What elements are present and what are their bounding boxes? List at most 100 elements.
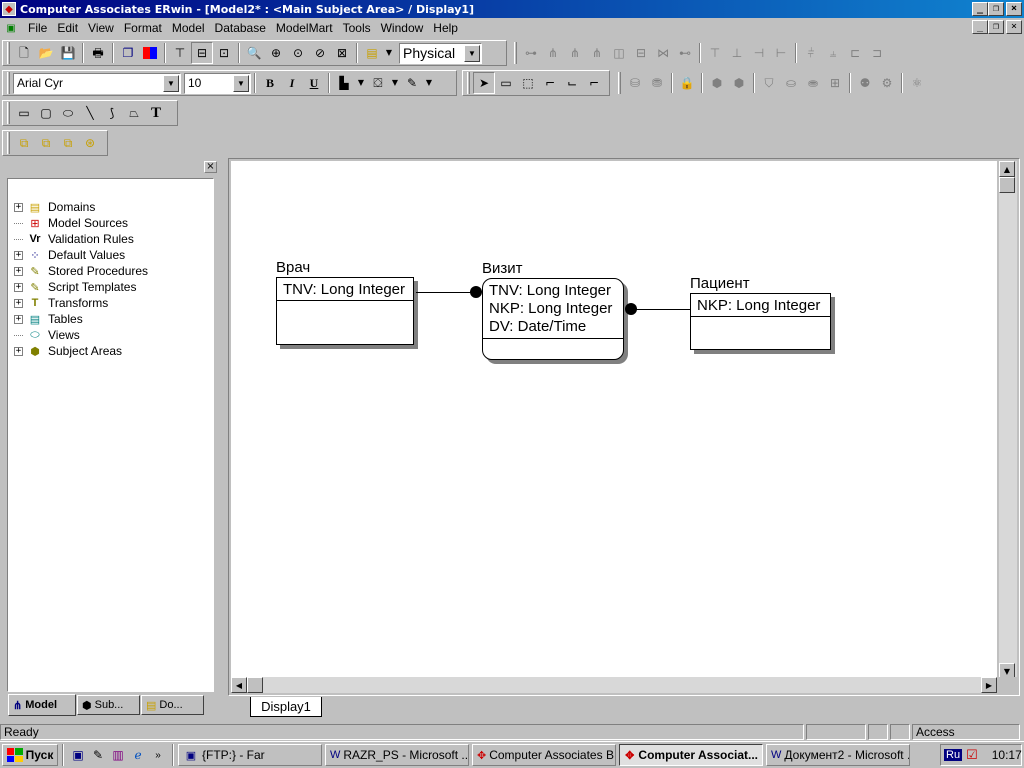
task-word-razr[interactable]: W RAZR_PS - Microsoft ... <box>325 744 469 766</box>
doc-restore-button[interactable]: ❐ <box>988 20 1004 34</box>
menu-database[interactable]: Database <box>210 19 271 37</box>
size-h-icon[interactable]: ⊏ <box>844 42 866 64</box>
doc-minimize-button[interactable]: _ <box>972 20 988 34</box>
menu-help[interactable]: Help <box>428 19 463 37</box>
menu-view[interactable]: View <box>83 19 119 37</box>
font-name-select[interactable]: Arial Cyr ▼ <box>13 72 181 94</box>
task-word-doc2[interactable]: W Документ2 - Microsoft ... <box>766 744 910 766</box>
network-icon[interactable]: ⋈ <box>652 42 674 64</box>
clock[interactable]: 10:17 <box>992 748 1022 762</box>
align-top-icon[interactable]: ⊤ <box>704 42 726 64</box>
line-color-dropdown-icon[interactable]: ▼ <box>423 72 435 94</box>
start-button[interactable]: Пуск <box>2 744 58 766</box>
notation-select[interactable]: Physical ▼ <box>399 42 482 64</box>
menu-file[interactable]: File <box>23 19 52 37</box>
tree-item-transforms[interactable]: + T Transforms <box>14 295 108 311</box>
tab-display1[interactable]: Display1 <box>250 697 322 717</box>
minimize-button[interactable]: _ <box>972 2 988 16</box>
menu-window[interactable]: Window <box>376 19 429 37</box>
zoom-fit-icon[interactable]: ⊘ <box>309 42 331 64</box>
panel-close-icon[interactable]: × <box>204 161 217 173</box>
mm-save-icon[interactable]: ⛀ <box>780 72 802 94</box>
scroll-thumb[interactable] <box>999 177 1015 193</box>
diagram-canvas[interactable]: Врач TNV: Long Integer Визит TNV: Long I… <box>231 161 997 679</box>
save-icon[interactable]: 💾 <box>57 42 79 64</box>
mm-table-icon[interactable]: ⊞ <box>824 72 846 94</box>
fill-color-icon[interactable]: ⛋ <box>367 72 389 94</box>
entity-display-icon[interactable]: ⊟ <box>191 42 213 64</box>
line-icon[interactable]: ╲ <box>79 102 101 124</box>
show-desktop-icon[interactable]: ▣ <box>68 745 88 765</box>
model-tree[interactable]: + ▤ Domains ⊞ Model Sources Vr Validatio… <box>7 178 214 692</box>
tree-item-subject-areas[interactable]: + ⬢ Subject Areas <box>14 343 122 359</box>
polyline-icon[interactable]: ⟆ <box>101 102 123 124</box>
mm-security-icon[interactable]: ⚛ <box>906 72 928 94</box>
notepad-icon[interactable]: ✎ <box>88 745 108 765</box>
underline-button[interactable]: U <box>303 72 325 94</box>
tree-item-model-sources[interactable]: ⊞ Model Sources <box>14 215 128 231</box>
expand-icon[interactable]: + <box>14 346 23 356</box>
font-size-select[interactable]: 10 ▼ <box>184 72 251 94</box>
identifying-rel-icon[interactable]: ⌐ <box>539 72 561 94</box>
entity-key[interactable]: DV: Date/Time <box>489 318 617 336</box>
tab-subject-areas[interactable]: ⬢ Sub... <box>77 695 140 715</box>
doc-close-button[interactable]: × <box>1006 20 1022 34</box>
tree-item-default-values[interactable]: + ⁘ Default Values <box>14 247 125 263</box>
entity-key[interactable]: NKP: Long Integer <box>691 294 830 317</box>
rows-icon[interactable]: ⊟ <box>630 42 652 64</box>
scroll-left-icon[interactable]: ◀ <box>231 677 247 693</box>
zoom-out-icon[interactable]: 🔍 <box>243 42 265 64</box>
mm-tools-icon[interactable]: ⚙ <box>876 72 898 94</box>
tree-item-tables[interactable]: + ▤ Tables <box>14 311 83 327</box>
document-icon[interactable]: ▣ <box>3 20 19 36</box>
font-color-icon[interactable]: ▙ <box>333 72 355 94</box>
expand-icon[interactable]: + <box>14 266 23 276</box>
format-painter-icon[interactable]: ⊤ <box>169 42 191 64</box>
print-icon[interactable]: 🖶 <box>87 42 109 64</box>
ellipse-icon[interactable]: ⬭ <box>57 102 79 124</box>
menu-format[interactable]: Format <box>119 19 167 37</box>
restore-button[interactable]: ❐ <box>988 2 1004 16</box>
mm-merge-icon[interactable]: ⛂ <box>802 72 824 94</box>
open-folder-icon[interactable]: 📂 <box>35 42 57 64</box>
fill-color-dropdown-icon[interactable]: ▼ <box>389 72 401 94</box>
task-erwin-active[interactable]: ✥ Computer Associat... <box>619 744 763 766</box>
transform-3-icon[interactable]: ⧉ <box>57 132 79 154</box>
expand-icon[interactable]: + <box>14 282 23 292</box>
tree-item-views[interactable]: ⬭ Views <box>14 327 80 343</box>
transform-2-icon[interactable]: ⧉ <box>35 132 57 154</box>
size-v-icon[interactable]: ⊐ <box>866 42 888 64</box>
mm-lock-2-icon[interactable]: ⛉ <box>758 72 780 94</box>
horizontal-scrollbar[interactable]: ◀ ▶ <box>231 677 997 693</box>
columns-icon[interactable]: ◫ <box>608 42 630 64</box>
tree-item-domains[interactable]: + ▤ Domains <box>14 199 95 215</box>
vertical-scrollbar[interactable]: ▲ ▼ <box>999 161 1017 679</box>
tree-item-validation-rules[interactable]: Vr Validation Rules <box>14 231 134 247</box>
entity-key[interactable]: TNV: Long Integer <box>489 282 617 300</box>
subtype-tool-icon[interactable]: ⬚ <box>517 72 539 94</box>
copy-icon[interactable]: ❐ <box>117 42 139 64</box>
entity-key[interactable]: TNV: Long Integer <box>277 278 413 301</box>
relationship-line-vrach-vizit[interactable] <box>416 292 475 293</box>
menu-tools[interactable]: Tools <box>338 19 376 37</box>
zoom-normal-icon[interactable]: ⊙ <box>287 42 309 64</box>
expand-icon[interactable]: + <box>14 202 23 212</box>
menu-modelmart[interactable]: ModelMart <box>271 19 338 37</box>
chevron-down-icon[interactable]: ▼ <box>464 44 480 62</box>
entity-tool-icon[interactable]: ▭ <box>495 72 517 94</box>
pointer-icon[interactable]: ➤ <box>473 72 495 94</box>
italic-button[interactable]: I <box>281 72 303 94</box>
scroll-thumb[interactable] <box>247 677 263 693</box>
tree-layout-3-icon[interactable]: ⋔ <box>586 42 608 64</box>
chevron-down-icon[interactable]: ▼ <box>163 74 179 92</box>
color-icon[interactable] <box>139 42 161 64</box>
rounded-rectangle-icon[interactable]: ▢ <box>35 102 57 124</box>
non-identifying-rel-icon[interactable]: ⌐ <box>583 72 605 94</box>
polygon-icon[interactable]: ⏢ <box>123 102 145 124</box>
relationship-line-patsient-vizit[interactable] <box>630 309 690 310</box>
tab-model[interactable]: ⋔ Model <box>8 694 76 716</box>
app-icon[interactable]: ◆ <box>2 2 16 16</box>
many-to-many-rel-icon[interactable]: ⌙ <box>561 72 583 94</box>
task-far[interactable]: ▣ {FTP:} - Far <box>178 744 322 766</box>
align-bottom-icon[interactable]: ⊥ <box>726 42 748 64</box>
